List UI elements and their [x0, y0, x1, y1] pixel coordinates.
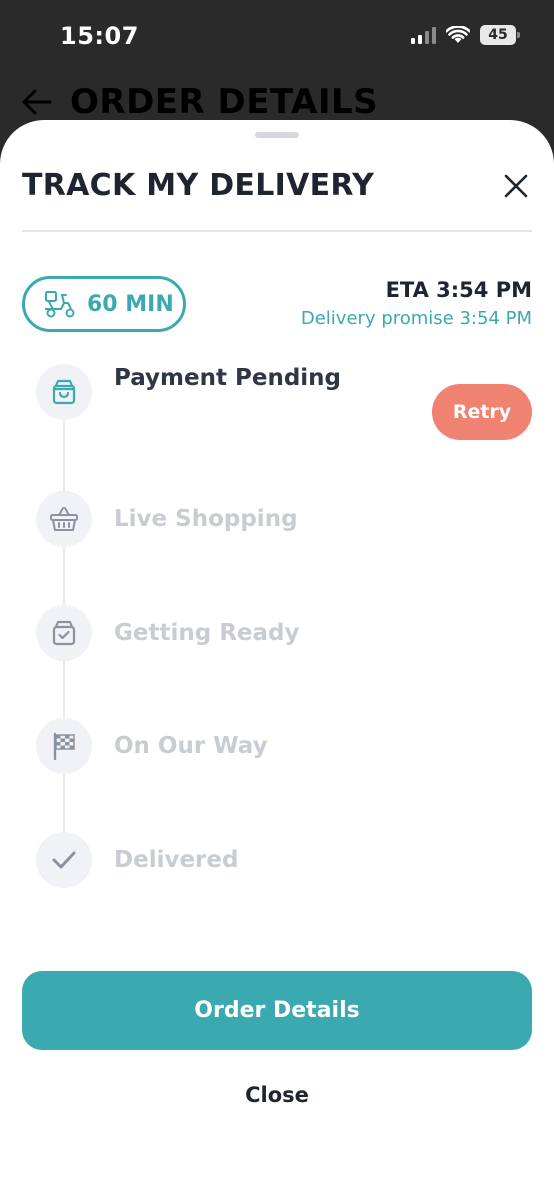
retry-button[interactable]: Retry	[432, 384, 532, 440]
battery-icon: 45	[480, 25, 520, 45]
step-label: Getting Ready	[114, 620, 300, 646]
step-on-our-way: On Our Way	[36, 718, 536, 774]
eta-duration-text: 60 MIN	[87, 291, 174, 317]
step-icon	[36, 364, 92, 420]
wifi-icon	[446, 26, 470, 43]
close-button[interactable]: Close	[0, 1083, 554, 1107]
close-icon[interactable]	[500, 170, 532, 202]
delivery-promise: Delivery promise 3:54 PM	[300, 308, 532, 329]
back-arrow-icon[interactable]	[22, 89, 52, 115]
step-icon	[36, 605, 92, 661]
basket-icon	[50, 507, 78, 531]
background-header: ORDER DETAILS	[22, 82, 378, 122]
eta-duration-badge: 60 MIN	[22, 276, 186, 332]
bag-icon	[52, 379, 76, 405]
step-delivered: Delivered	[36, 832, 536, 888]
step-label: Delivered	[114, 847, 239, 873]
checkmark-icon	[52, 851, 76, 869]
step-label: Payment Pending	[114, 365, 342, 391]
scooter-icon	[45, 291, 75, 318]
sheet-drag-handle[interactable]	[255, 132, 299, 138]
background-page-title: ORDER DETAILS	[70, 82, 379, 122]
step-icon	[36, 491, 92, 547]
eta-info: ETA 3:54 PM Delivery promise 3:54 PM	[301, 278, 532, 329]
order-details-button[interactable]: Order Details	[22, 971, 532, 1050]
sheet-title: TRACK MY DELIVERY	[22, 168, 375, 203]
step-icon	[36, 832, 92, 888]
status-icons: 45	[411, 25, 520, 45]
status-bar: 15:07 45	[0, 0, 554, 70]
step-label: On Our Way	[114, 733, 268, 759]
step-icon	[36, 718, 92, 774]
step-live-shopping: Live Shopping	[36, 491, 536, 547]
cellular-signal-icon	[411, 26, 436, 44]
status-time: 15:07	[60, 22, 139, 50]
bag-check-icon	[52, 620, 76, 646]
step-getting-ready: Getting Ready	[36, 605, 536, 661]
step-label: Live Shopping	[114, 506, 298, 532]
eta-time: ETA 3:54 PM	[385, 278, 532, 302]
checkered-flag-icon	[53, 732, 75, 761]
track-delivery-sheet: TRACK MY DELIVERY 60 MIN ETA 3:54 PM Del…	[0, 120, 554, 1200]
divider	[22, 230, 532, 232]
